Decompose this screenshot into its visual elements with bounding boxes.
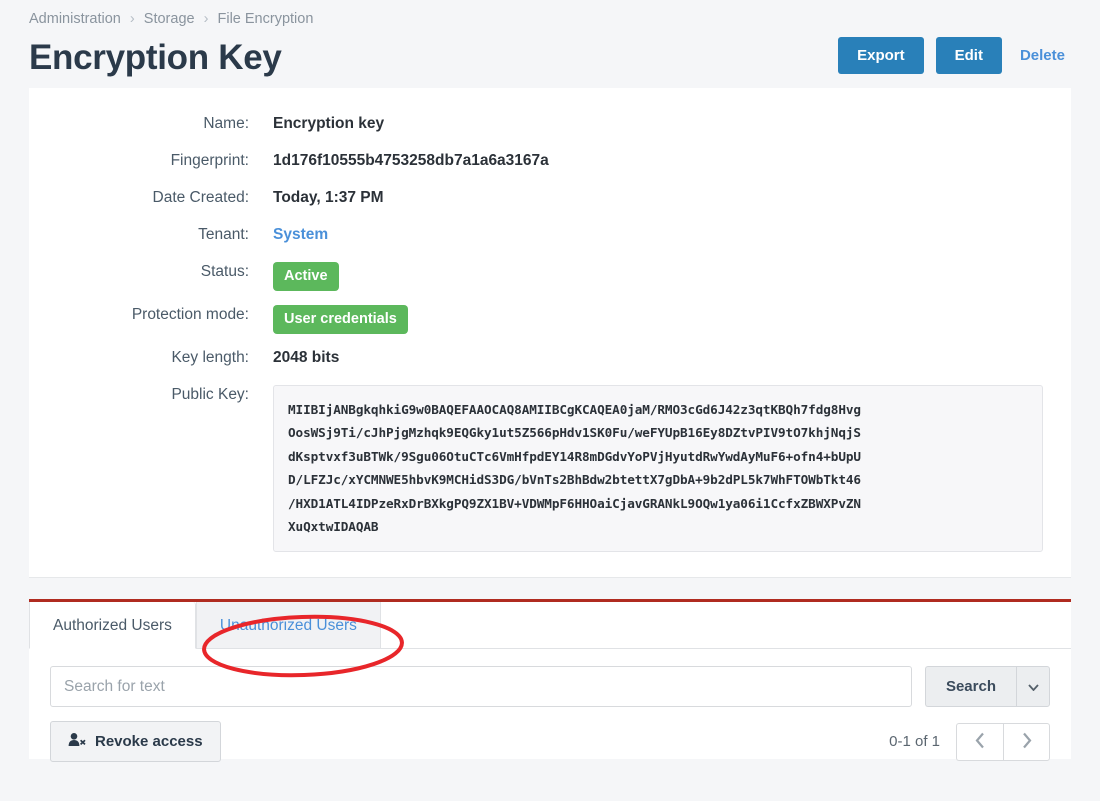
detail-row-public-key: Public Key: MIIBIjANBgkqhkiG9w0BAQEFAAOC… (29, 384, 1071, 552)
protection-mode-badge: User credentials (273, 304, 408, 334)
user-times-icon (68, 732, 86, 751)
breadcrumb-separator-icon: › (129, 11, 135, 27)
detail-row-fingerprint: Fingerprint: 1d176f10555b4753258db7a1a6a… (29, 151, 1071, 170)
detail-value-name: Encryption key (273, 115, 385, 133)
detail-row-status: Status: Active (29, 262, 1071, 291)
breadcrumb-item-administration[interactable]: Administration (29, 11, 121, 27)
detail-label: Protection mode: (131, 305, 249, 323)
title-row: Encryption Key Export Edit Delete (29, 37, 1071, 78)
tab-authorized-users[interactable]: Authorized Users (29, 602, 196, 650)
pagination-count: 0-1 of 1 (889, 733, 940, 751)
search-options-button[interactable] (1016, 666, 1050, 708)
tenant-link[interactable]: System (273, 225, 328, 244)
search-button-group: Search (924, 666, 1050, 708)
chevron-left-icon (975, 732, 985, 752)
delete-button[interactable]: Delete (1014, 37, 1071, 74)
tab-list: Authorized Users Unauthorized Users (29, 602, 1071, 650)
breadcrumb: Administration › Storage › File Encrypti… (29, 8, 1071, 31)
detail-row-tenant: Tenant: System (29, 225, 1071, 244)
users-panel: Authorized Users Unauthorized Users Sear… (29, 599, 1071, 763)
detail-label: Tenant: (198, 226, 249, 244)
status-badge: Active (273, 262, 339, 291)
detail-label: Date Created: (152, 189, 250, 207)
pagination-next-button[interactable] (1003, 722, 1050, 761)
chevron-right-icon (1022, 732, 1032, 752)
detail-label: Name: (203, 115, 249, 133)
breadcrumb-separator-icon: › (203, 11, 209, 27)
pagination: 0-1 of 1 (889, 722, 1050, 761)
detail-label: Public Key: (171, 385, 249, 403)
pagination-prev-button[interactable] (956, 722, 1003, 761)
export-button[interactable]: Export (838, 37, 924, 75)
detail-label: Fingerprint: (170, 152, 249, 170)
revoke-access-button[interactable]: Revoke access (50, 721, 221, 763)
detail-row-name: Name: Encryption key (29, 114, 1071, 133)
edit-button[interactable]: Edit (935, 37, 1002, 75)
detail-row-protection-mode: Protection mode: User credentials (29, 304, 1071, 334)
panel-body: Search Revoke access (29, 649, 1071, 763)
detail-value-fingerprint: 1d176f10555b4753258db7a1a6a3167a (273, 152, 549, 170)
detail-value-key-length: 2048 bits (273, 348, 340, 366)
search-button[interactable]: Search (924, 666, 1016, 708)
breadcrumb-item-storage[interactable]: Storage (144, 11, 195, 27)
detail-value-date-created: Today, 1:37 PM (273, 189, 384, 207)
encryption-key-details-card: Name: Encryption key Fingerprint: 1d176f… (29, 88, 1071, 579)
detail-label: Status: (200, 263, 249, 281)
action-row: Revoke access 0-1 of 1 (50, 721, 1050, 763)
detail-row-key-length: Key length: 2048 bits (29, 348, 1071, 367)
chevron-down-icon (1027, 679, 1039, 694)
page-header: Administration › Storage › File Encrypti… (0, 0, 1100, 78)
search-input[interactable] (50, 666, 912, 708)
breadcrumb-item-file-encryption[interactable]: File Encryption (217, 11, 313, 27)
header-actions: Export Edit Delete (838, 37, 1071, 78)
revoke-access-label: Revoke access (95, 733, 203, 751)
tab-unauthorized-users[interactable]: Unauthorized Users (195, 602, 381, 650)
public-key-text[interactable]: MIIBIjANBgkqhkiG9w0BAQEFAAOCAQ8AMIIBCgKC… (273, 384, 1043, 552)
detail-row-date-created: Date Created: Today, 1:37 PM (29, 188, 1071, 207)
search-row: Search (50, 666, 1050, 708)
pagination-buttons (956, 722, 1050, 761)
page-title: Encryption Key (29, 37, 282, 77)
detail-label: Key length: (171, 348, 249, 366)
